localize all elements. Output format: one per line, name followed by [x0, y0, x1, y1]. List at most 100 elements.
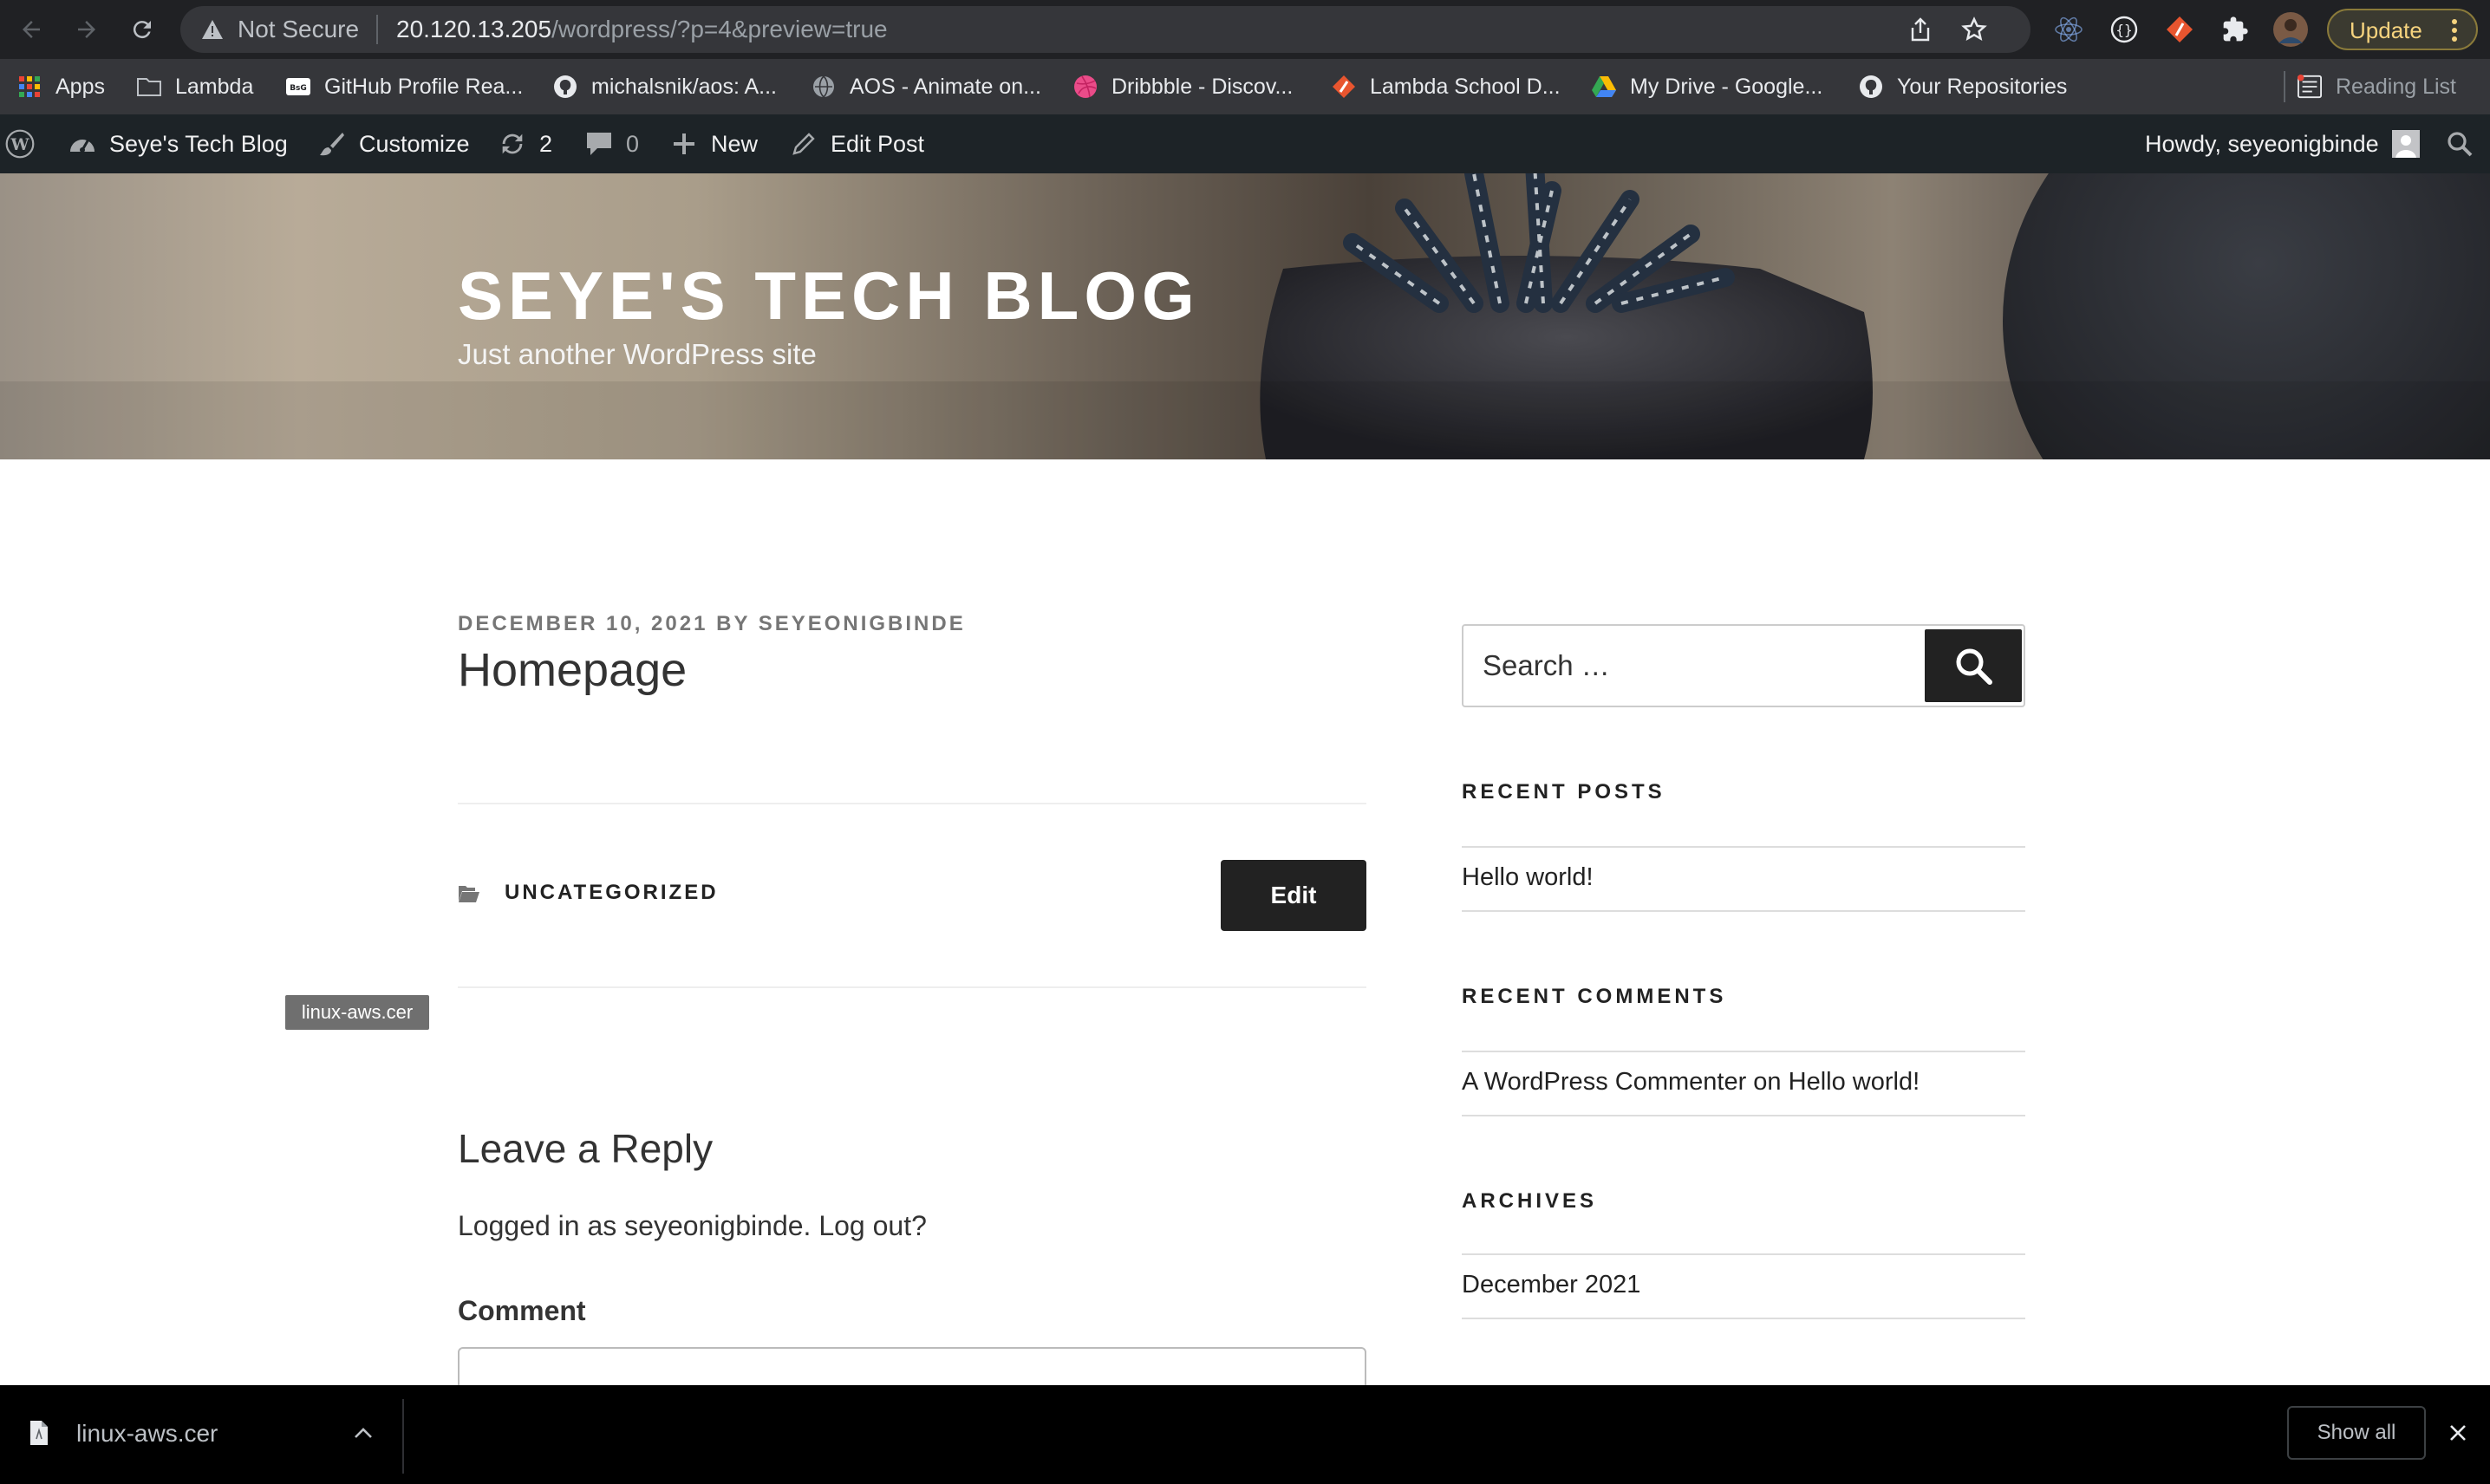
divider — [1462, 1115, 2025, 1116]
forward-button[interactable] — [68, 10, 106, 49]
reload-button[interactable] — [123, 10, 161, 49]
post-title: Homepage — [458, 644, 688, 696]
address-bar[interactable]: Not Secure 20.120.13.205/wordpress/?p=4&… — [180, 6, 2030, 53]
bookmarks-divider — [2284, 71, 2285, 102]
site-header: SEYE'S TECH BLOG Just another WordPress … — [0, 173, 2490, 459]
bookmark-github-profile[interactable]: BsG GitHub Profile Rea... — [286, 71, 523, 102]
edit-post-link[interactable]: Edit Post — [789, 114, 924, 173]
back-arrow-icon — [23, 21, 40, 38]
folder-open-icon — [459, 886, 479, 902]
search-submit-button[interactable] — [1925, 629, 2022, 702]
updates-link[interactable]: 2 — [498, 114, 552, 173]
update-button[interactable]: Update — [2327, 9, 2478, 50]
archive-link[interactable]: December 2021 — [1462, 1271, 1640, 1299]
site-description: Just another WordPress site — [458, 338, 817, 370]
bookmark-label: GitHub Profile Rea... — [324, 74, 524, 99]
apps-grid-icon — [17, 75, 42, 99]
more-vertical-icon — [2450, 19, 2459, 43]
howdy-label: Howdy, seyeonigbinde — [2145, 130, 2379, 157]
forward-arrow-icon — [78, 21, 95, 38]
url-text[interactable]: 20.120.13.205/wordpress/?p=4&preview=tru… — [396, 16, 888, 42]
reply-title: Leave a Reply — [458, 1126, 714, 1171]
bookmark-aos-github[interactable]: michalsnik/aos: A... — [553, 71, 777, 102]
admin-search-button[interactable] — [2445, 114, 2474, 173]
recent-comment-item: A WordPress Commenter on Hello world! — [1462, 1068, 1920, 1097]
google-drive-icon — [1592, 75, 1616, 99]
extensions-puzzle-icon[interactable] — [2218, 12, 2252, 47]
archives-title: ARCHIVES — [1462, 1189, 1598, 1213]
new-content-menu[interactable]: New — [669, 114, 758, 173]
back-button[interactable] — [12, 10, 50, 49]
bookmark-label: My Drive - Google... — [1630, 74, 1823, 99]
json-viewer-icon[interactable]: {} — [2107, 12, 2141, 47]
comment-label: Comment — [458, 1295, 586, 1326]
post-date[interactable]: DECEMBER 10, 2021 — [458, 612, 707, 635]
bookmark-aos-animate[interactable]: AOS - Animate on... — [812, 71, 1041, 102]
site-title[interactable]: SEYE'S TECH BLOG — [458, 257, 1200, 335]
divider — [1462, 1318, 2025, 1319]
edit-post-label: Edit Post — [831, 130, 925, 157]
my-account-menu[interactable]: Howdy, seyeonigbinde — [2145, 114, 2421, 173]
divider — [1462, 1253, 2025, 1255]
bookmark-star-icon[interactable] — [1959, 15, 1989, 44]
pencil-icon — [789, 129, 818, 159]
svg-text:{}: {} — [2115, 22, 2132, 38]
reload-icon — [133, 21, 151, 39]
url-path: /wordpress/?p=4&preview=true — [551, 16, 888, 42]
sidebar-search — [1462, 624, 2025, 707]
bookmark-lambda-school[interactable]: Lambda School D... — [1332, 71, 1561, 102]
divider — [458, 986, 1366, 988]
bookmark-apps[interactable]: Apps — [17, 71, 105, 102]
comment-on-label: on — [1753, 1068, 1782, 1096]
bsg-icon: BsG — [286, 75, 310, 99]
customize-link[interactable]: Customize — [317, 114, 470, 173]
post-category[interactable]: UNCATEGORIZED — [505, 881, 719, 905]
edit-button[interactable]: Edit — [1221, 860, 1366, 931]
user-avatar-icon — [2391, 129, 2421, 159]
reading-list-button[interactable]: Reading List — [2298, 71, 2456, 102]
post-by: BY — [716, 612, 751, 635]
bookmark-dribbble[interactable]: Dribbble - Discov... — [1073, 71, 1293, 102]
lambda-extension-icon[interactable] — [2162, 12, 2197, 47]
comments-count: 0 — [626, 130, 640, 157]
search-input[interactable] — [1463, 626, 1923, 706]
bookmark-label: Lambda — [175, 74, 254, 99]
wp-logo-menu[interactable]: W — [5, 114, 35, 173]
post-author[interactable]: SEYEONIGBINDE — [759, 612, 966, 635]
recent-comments-title: RECENT COMMENTS — [1462, 985, 1727, 1008]
profile-avatar[interactable] — [2273, 12, 2308, 47]
recent-post-link[interactable]: Hello world! — [1462, 863, 1594, 892]
logged-in-text[interactable]: Logged in as seyeonigbinde. Log out? — [458, 1210, 927, 1242]
url-divider — [376, 15, 378, 44]
bookmark-label: Your Repositories — [1897, 74, 2068, 99]
wordpress-logo-icon: W — [5, 129, 35, 159]
warning-icon[interactable] — [199, 16, 225, 42]
paintbrush-icon — [317, 129, 347, 159]
download-filename[interactable]: linux-aws.cer — [76, 1420, 218, 1448]
show-all-button[interactable]: Show all — [2287, 1406, 2426, 1460]
comment-bubble-icon — [584, 129, 614, 159]
download-shelf: linux-aws.cer Show all — [0, 1385, 2490, 1484]
svg-text:W: W — [10, 135, 30, 154]
site-name-menu[interactable]: Seye's Tech Blog — [68, 114, 288, 173]
bookmark-label: Dribbble - Discov... — [1111, 74, 1294, 99]
share-icon[interactable] — [1906, 15, 1935, 44]
update-label: Update — [2350, 17, 2422, 43]
bookmark-lambda-folder[interactable]: Lambda — [137, 71, 253, 102]
plus-icon — [669, 129, 699, 159]
react-devtools-icon[interactable] — [2051, 12, 2086, 47]
comments-link[interactable]: 0 — [584, 114, 639, 173]
bookmark-your-repositories[interactable]: Your Repositories — [1859, 71, 2067, 102]
bookmark-google-drive[interactable]: My Drive - Google... — [1592, 71, 1822, 102]
chevron-up-icon[interactable] — [350, 1420, 376, 1446]
new-label: New — [711, 130, 759, 157]
folder-icon — [137, 75, 161, 99]
dashboard-gauge-icon — [68, 129, 97, 159]
comment-post-link[interactable]: Hello world! — [1789, 1068, 1920, 1096]
dribbble-icon — [1073, 75, 1098, 99]
not-secure-label[interactable]: Not Secure — [238, 16, 359, 42]
close-icon[interactable] — [2443, 1418, 2473, 1448]
github-icon — [1859, 75, 1883, 99]
browser-toolbar: Not Secure 20.120.13.205/wordpress/?p=4&… — [0, 0, 2490, 59]
comment-author-link[interactable]: A WordPress Commenter — [1462, 1068, 1746, 1096]
